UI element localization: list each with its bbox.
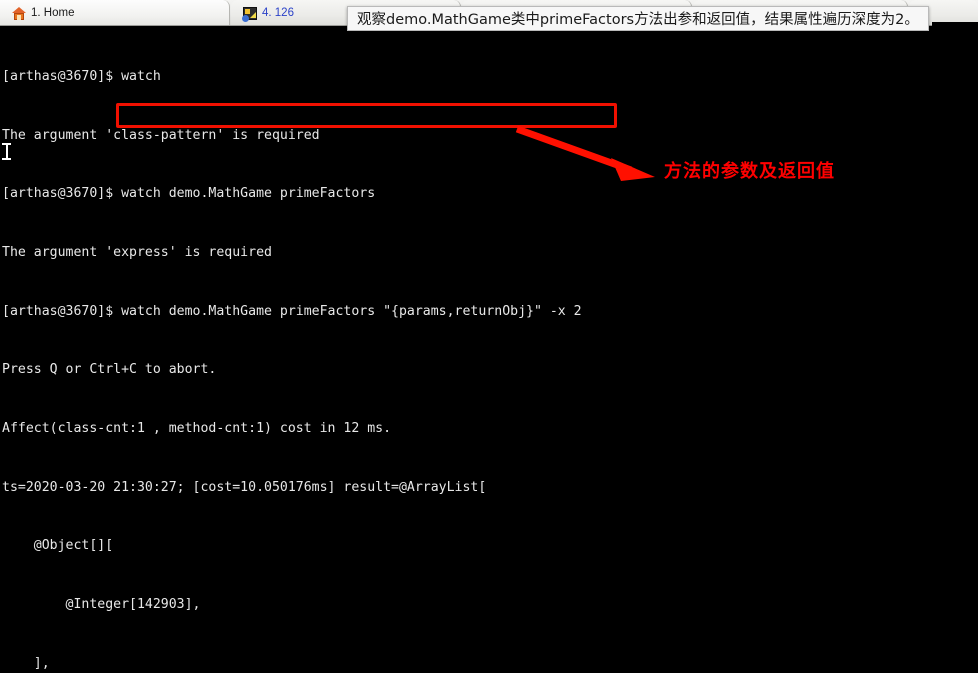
tab-home[interactable]: 1. Home xyxy=(0,0,230,25)
callout-tooltip: 观察demo.MathGame类中primeFactors方法出参和返回值，结果… xyxy=(347,6,929,31)
tab-home-label: 1. Home xyxy=(31,7,75,19)
terminal-line-highlighted-command: [arthas@3670]$ watch demo.MathGame prime… xyxy=(2,303,582,319)
terminal-output[interactable]: [arthas@3670]$ watch The argument 'class… xyxy=(0,26,978,673)
tab-session-126-label: 4. 126 xyxy=(262,7,294,19)
terminal-line: The argument 'class-pattern' is required xyxy=(2,127,320,143)
image-icon xyxy=(242,6,257,22)
terminal-line: [arthas@3670]$ watch xyxy=(2,69,161,85)
corner-filler xyxy=(932,22,978,34)
terminal-line: @Object[][ xyxy=(2,538,114,554)
annotation-label-params-return: 方法的参数及返回值 xyxy=(664,161,835,182)
terminal-line: @Integer[142903], xyxy=(2,596,201,612)
terminal-line: ts=2020-03-20 21:30:27; [cost=10.050176m… xyxy=(2,479,487,495)
terminal-line: ], xyxy=(2,655,50,671)
terminal-line: The argument 'express' is required xyxy=(2,245,272,261)
terminal-window: 1. Home 4. 126 [arthas@3670]$ watch The … xyxy=(0,0,978,673)
terminal-line: Press Q or Ctrl+C to abort. xyxy=(2,362,217,378)
home-icon xyxy=(12,6,26,20)
terminal-line: Affect(class-cnt:1 , method-cnt:1) cost … xyxy=(2,420,392,436)
callout-text: 观察demo.MathGame类中primeFactors方法出参和返回值，结果… xyxy=(357,12,919,28)
terminal-line: [arthas@3670]$ watch demo.MathGame prime… xyxy=(2,186,376,202)
